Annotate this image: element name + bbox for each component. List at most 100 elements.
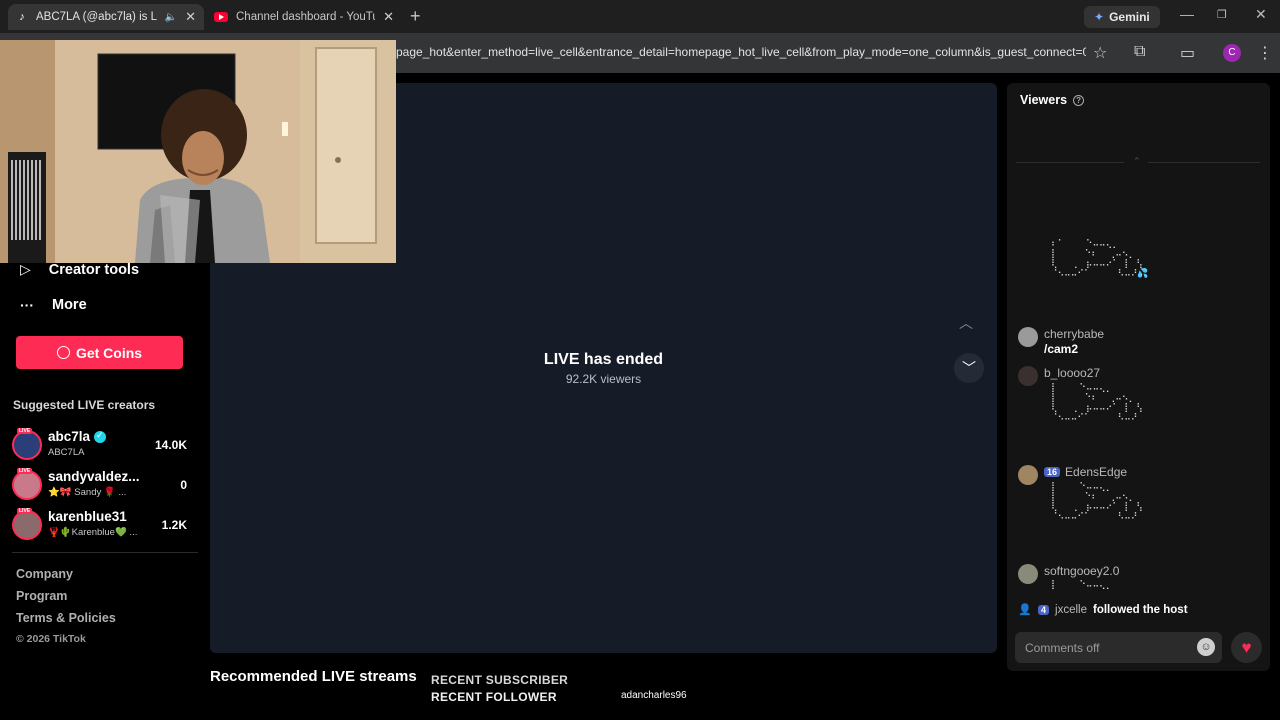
browser-tab-strip: ♪ ABC7LA (@abc7la) is LIVE - 🔈 ✕ Channel… bbox=[0, 0, 1280, 33]
creator-name: abc7la bbox=[48, 429, 91, 444]
creator-tools-icon: ▷ bbox=[20, 261, 31, 277]
live-ended-viewers: 92.2K viewers bbox=[565, 372, 642, 386]
footer-link-terms[interactable]: Terms & Policies bbox=[16, 611, 116, 625]
copyright-text: © 2026 TikTok bbox=[16, 633, 86, 645]
suggested-creator[interactable]: LIVE sandyvaldez... ⭐🎀 Sandy 🌹 ... 0 bbox=[12, 468, 192, 502]
avatar[interactable] bbox=[1018, 327, 1038, 347]
new-tab-button[interactable]: + bbox=[410, 6, 421, 27]
sidebar-item-creator-tools[interactable]: ▷ Creator tools bbox=[20, 261, 139, 278]
tab-title: Channel dashboard - YouTube bbox=[236, 11, 375, 23]
viewer-count: 14.0K bbox=[154, 438, 187, 452]
footer-link-program[interactable]: Program bbox=[16, 589, 67, 603]
footer-link-company[interactable]: Company bbox=[16, 567, 73, 581]
gemini-sparkle-icon: ✦ bbox=[1094, 10, 1105, 24]
like-heart-button[interactable]: ♥ bbox=[1231, 632, 1262, 663]
bookmark-star-icon[interactable]: ☆ bbox=[1093, 43, 1107, 63]
live-ended-title: LIVE has ended bbox=[543, 351, 664, 368]
follow-notification: 👤 4 jxcelle followed the host bbox=[1018, 603, 1188, 617]
tab-youtube-dashboard[interactable]: Channel dashboard - YouTube ✕ bbox=[206, 4, 402, 30]
overlay-recent-follower: RECENT FOLLOWER bbox=[431, 690, 557, 704]
gemini-button[interactable]: ✦ Gemini bbox=[1084, 6, 1160, 28]
person-follow-icon: 👤 bbox=[1018, 604, 1032, 616]
emoji-icon[interactable]: ☺ bbox=[1197, 638, 1215, 656]
chat-panel: Viewers ? ⌃ ⠆⠁ ⠑⠤⠤⢄⡀ ⡇ ⠑⠆ ⢀⠤⠢⡀ ⢇ ⡀ ⡦⠤⠤⠔⠁… bbox=[1007, 83, 1270, 671]
suggested-creator[interactable]: LIVE karenblue31 🦞🌵Karenblue💚 ... 1.2K bbox=[12, 508, 192, 542]
dot-art-sticker: ⡇ ⠑⠤⠤⢄⡀ ⡇ ⠑⠆ ⢀⠤⠢⡀ ⢇ ⡀ ⡦⠤⠤⠔⠁ ⡇ ⢣ ⠈⠢⠤⠤⠊⠁ ⠣… bbox=[1051, 383, 1143, 423]
get-coins-button[interactable]: Get Coins bbox=[16, 336, 183, 369]
avatar bbox=[12, 430, 42, 460]
close-tab-icon[interactable]: ✕ bbox=[383, 9, 394, 25]
verified-badge-icon bbox=[94, 430, 107, 443]
previous-stream-chevron-up-icon[interactable]: ︿ bbox=[959, 313, 973, 333]
gemini-label: Gemini bbox=[1109, 10, 1150, 24]
follow-username[interactable]: jxcelle bbox=[1055, 604, 1087, 616]
chat-username: EdensEdge bbox=[1065, 465, 1128, 479]
comment-input[interactable]: Comments off ☺ bbox=[1015, 632, 1222, 663]
chat-divider bbox=[1016, 162, 1124, 163]
profile-avatar[interactable]: C bbox=[1223, 44, 1241, 62]
suggested-creator[interactable]: LIVE abc7la ABC7LA 14.0K bbox=[12, 428, 192, 462]
window-close-icon[interactable]: ✕ bbox=[1255, 6, 1267, 23]
creator-subtitle: ⭐🎀 Sandy 🌹 ... bbox=[48, 487, 127, 498]
comment-placeholder: Comments off bbox=[1025, 641, 1100, 655]
chat-username[interactable]: b_loooo27 bbox=[1044, 366, 1100, 380]
level-badge: 16 bbox=[1044, 467, 1061, 477]
tiktok-icon: ♪ bbox=[19, 11, 25, 23]
tab-title: ABC7LA (@abc7la) is LIVE - bbox=[36, 11, 157, 23]
avatar[interactable] bbox=[1018, 465, 1038, 485]
minimize-icon[interactable]: — bbox=[1180, 6, 1194, 22]
live-badge: LIVE bbox=[17, 468, 33, 474]
sidebar-divider bbox=[12, 552, 198, 553]
live-badge: LIVE bbox=[17, 428, 33, 434]
creator-name-row: abc7la bbox=[48, 429, 107, 444]
dot-art-sticker: ⠆⠁ ⠑⠤⠤⢄⡀ ⡇ ⠑⠆ ⢀⠤⠢⡀ ⢇ ⡀ ⡦⠤⠤⠔⠁ ⡇ ⢣ ⠈⠢⠤⠤⠊⠁ … bbox=[1051, 239, 1149, 279]
next-stream-chevron-down-icon[interactable]: ﹀ bbox=[954, 353, 984, 383]
avatar bbox=[12, 510, 42, 540]
get-coins-label: Get Coins bbox=[75, 344, 143, 361]
heart-icon: ♥ bbox=[1241, 638, 1252, 657]
avatar bbox=[12, 470, 42, 500]
speaker-icon[interactable]: 🔈 bbox=[165, 12, 177, 23]
creator-name: karenblue31 bbox=[48, 509, 127, 524]
sidebar-item-label: Creator tools bbox=[48, 261, 140, 278]
chat-text: /cam2 bbox=[1044, 342, 1079, 356]
youtube-icon bbox=[214, 12, 228, 22]
chat-username[interactable]: softngooey2.0 bbox=[1044, 564, 1119, 578]
overlay-follower-name: adancharles96 bbox=[621, 690, 687, 701]
chat-divider bbox=[1148, 162, 1260, 163]
address-bar[interactable]: page_hot&enter_method=live_cell&entrance… bbox=[396, 45, 1086, 59]
live-badge: LIVE bbox=[17, 508, 33, 514]
help-icon[interactable]: ? bbox=[1073, 94, 1085, 106]
viewers-header[interactable]: Viewers ? bbox=[1020, 93, 1085, 107]
sidebar-item-label: More bbox=[52, 297, 87, 313]
chat-username-row[interactable]: 16 EdensEdge bbox=[1044, 465, 1127, 479]
viewer-count: 0 bbox=[180, 478, 187, 492]
webcam-overlay bbox=[0, 40, 396, 263]
overlay-recent-subscriber: RECENT SUBSCRIBER bbox=[431, 673, 569, 687]
cast-icon[interactable]: ▭ bbox=[1180, 43, 1195, 63]
viewer-count: 1.2K bbox=[161, 518, 187, 532]
extensions-icon[interactable]: ⧉ bbox=[1134, 43, 1145, 61]
close-tab-icon[interactable]: ✕ bbox=[185, 9, 196, 25]
dot-art-sticker: ⡇ ⠑⠤⠤⢄⡀ ⡇ ⠑⠆ ⢀⠤⠢⡀ ⢇ ⡀ ⡦⠤⠤⠔⠁ ⡇ ⢣ ⠈⠢⠤⠤⠊⠁ ⠣… bbox=[1051, 482, 1143, 522]
creator-name: sandyvaldez... bbox=[48, 469, 140, 484]
webcam-video-frame bbox=[0, 40, 396, 263]
browser-menu-icon[interactable]: ⋮ bbox=[1257, 43, 1273, 63]
dot-art-sticker: ⡇ ⠑⠤⠤⢄⡀ bbox=[1051, 580, 1113, 590]
level-badge: 4 bbox=[1038, 605, 1050, 615]
viewers-title: Viewers bbox=[1020, 93, 1068, 107]
recommended-live-title: Recommended LIVE streams bbox=[210, 668, 417, 685]
more-dots-icon: ··· bbox=[20, 297, 34, 313]
creator-subtitle: 🦞🌵Karenblue💚 ... bbox=[48, 527, 138, 538]
chat-username[interactable]: cherrybabe bbox=[1044, 327, 1104, 341]
suggested-live-title: Suggested LIVE creators bbox=[13, 398, 156, 412]
avatar[interactable] bbox=[1018, 564, 1038, 584]
collapse-chevron-icon[interactable]: ⌃ bbox=[1133, 156, 1141, 167]
sidebar-item-more[interactable]: ··· More bbox=[20, 297, 87, 313]
avatar[interactable] bbox=[1018, 366, 1038, 386]
coin-icon bbox=[56, 346, 70, 359]
creator-subtitle: ABC7LA bbox=[48, 447, 85, 458]
maximize-icon[interactable]: ❐ bbox=[1217, 8, 1227, 21]
tab-tiktok-live[interactable]: ♪ ABC7LA (@abc7la) is LIVE - 🔈 ✕ bbox=[8, 4, 204, 30]
follow-text: followed the host bbox=[1092, 604, 1188, 616]
